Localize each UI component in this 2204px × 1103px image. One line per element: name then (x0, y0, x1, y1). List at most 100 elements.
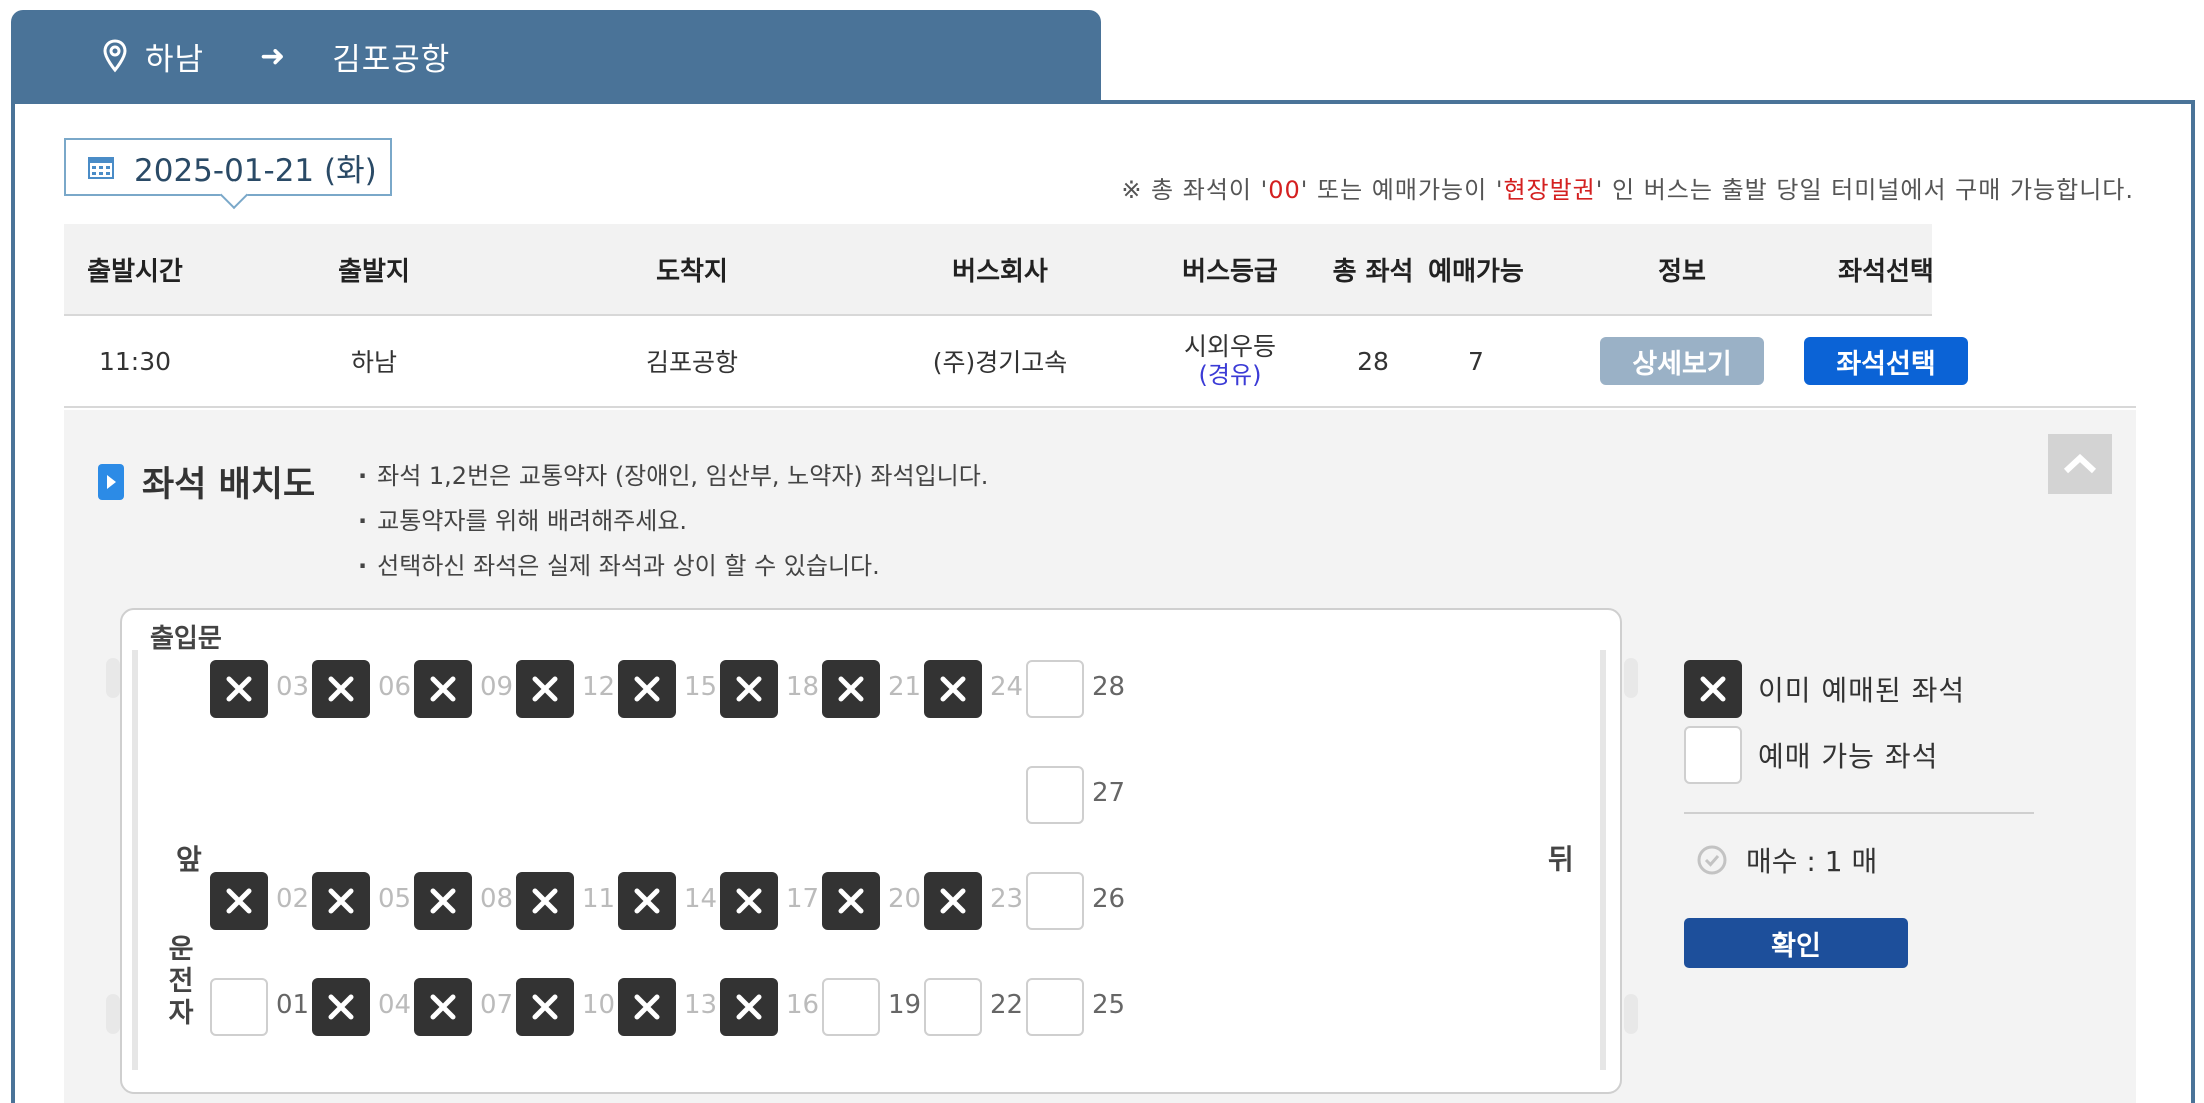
seat-25[interactable] (1026, 978, 1084, 1036)
seat-16 (720, 978, 778, 1036)
seat-number: 07 (480, 990, 514, 1020)
seat-number: 13 (684, 990, 718, 1020)
seat-12 (516, 660, 574, 718)
sold-x-icon (226, 888, 252, 914)
sold-x-icon (430, 994, 456, 1020)
seat-number: 12 (582, 672, 616, 702)
seat-number: 02 (276, 884, 310, 914)
seat-07 (414, 978, 472, 1036)
grade-name: 시외우등 (1183, 332, 1276, 361)
row-available: 7 (1468, 346, 1484, 376)
header-available: 예매가능 (1428, 256, 1524, 287)
header-departure-time: 출발시간 (87, 256, 183, 287)
seat-number: 09 (480, 672, 514, 702)
seat-number: 21 (888, 672, 922, 702)
seat-number: 17 (786, 884, 820, 914)
sold-x-icon (634, 888, 660, 914)
seat-04 (312, 978, 370, 1036)
chevron-up-icon (2063, 454, 2097, 474)
row-origin: 하남 (350, 348, 397, 377)
collapse-button[interactable] (2048, 434, 2112, 494)
seat-28[interactable] (1026, 660, 1084, 718)
seat-09 (414, 660, 472, 718)
section-marker-icon (98, 463, 124, 500)
sold-x-icon (532, 994, 558, 1020)
available-seat-icon (1684, 726, 1742, 784)
seat-03 (210, 660, 268, 718)
seat-22[interactable] (924, 978, 982, 1036)
seat-number: 20 (888, 884, 922, 914)
sold-x-icon (328, 994, 354, 1020)
seat-08 (414, 872, 472, 930)
seat-14 (618, 872, 676, 930)
seat-number: 05 (378, 884, 412, 914)
seat-number: 19 (888, 990, 922, 1020)
seat-number: 27 (1092, 778, 1126, 808)
seat-map-section: 좌석 배치도 좌석 1,2번은 교통약자 (장애인, 임산부, 노약자) 좌석입… (64, 410, 2136, 1103)
sold-seat-icon (1684, 660, 1742, 718)
driver-label: 운전자 (168, 934, 194, 1029)
seat-note: 교통약자를 위해 배려해주세요. (358, 499, 988, 544)
seat-number: 25 (1092, 990, 1126, 1020)
seat-number: 26 (1092, 884, 1126, 914)
route-header: 하남 ➜ 김포공항 (11, 10, 1101, 102)
seat-number: 04 (378, 990, 412, 1020)
header-company: 버스회사 (952, 256, 1048, 287)
route-destination: 김포공항 (332, 41, 451, 78)
seat-17 (720, 872, 778, 930)
header-info: 정보 (1658, 256, 1706, 287)
check-circle-icon (1697, 845, 1727, 875)
location-pin-icon (103, 39, 127, 73)
row-destination: 김포공항 (645, 348, 738, 377)
sold-x-icon (634, 994, 660, 1020)
sold-x-icon (634, 676, 660, 702)
sold-x-icon (736, 994, 762, 1020)
seat-note: 선택하신 좌석은 실제 좌석과 상이 할 수 있습니다. (358, 544, 988, 589)
seat-11 (516, 872, 574, 930)
seat-number: 23 (990, 884, 1024, 914)
seat-19[interactable] (822, 978, 880, 1036)
seat-number: 14 (684, 884, 718, 914)
seat-21 (822, 660, 880, 718)
sold-x-icon (430, 888, 456, 914)
seat-number: 03 (276, 672, 310, 702)
back-label: 뒤 (1548, 843, 1574, 876)
seat-23 (924, 872, 982, 930)
seat-number: 15 (684, 672, 718, 702)
seat-01[interactable] (210, 978, 268, 1036)
detail-button[interactable]: 상세보기 (1600, 337, 1764, 385)
row-company: (주)경기고속 (932, 348, 1068, 377)
bus-bumper (106, 994, 120, 1034)
seat-number: 08 (480, 884, 514, 914)
sold-x-icon (736, 888, 762, 914)
seat-06 (312, 660, 370, 718)
sold-x-icon (328, 676, 354, 702)
seat-26[interactable] (1026, 872, 1084, 930)
bus-seat-layout: 출입문 앞 뒤 운전자 03 06 09 12 15 18 21 24 28 27 02 05 08 11… (120, 608, 1622, 1094)
sold-x-icon (226, 676, 252, 702)
seat-number: 06 (378, 672, 412, 702)
seat-15 (618, 660, 676, 718)
sold-x-icon (736, 676, 762, 702)
sold-x-icon (940, 676, 966, 702)
door-label: 출입문 (150, 624, 222, 654)
header-origin: 출발지 (338, 256, 410, 287)
seat-select-button[interactable]: 좌석선택 (1804, 337, 1968, 385)
bus-bumper (1624, 994, 1638, 1034)
route-origin: 하남 (145, 41, 205, 78)
seat-number: 28 (1092, 672, 1126, 702)
purchase-notice: ※ 총 좌석이 '00' 또는 예매가능이 '현장발권' 인 버스는 출발 당일… (1121, 176, 2134, 204)
seat-05 (312, 872, 370, 930)
date-picker[interactable]: 2025-01-21 (화) (64, 138, 392, 196)
confirm-button[interactable]: 확인 (1684, 918, 1908, 968)
ticket-count: 매수 : 1 매 (1696, 840, 2034, 880)
seat-number: 11 (582, 884, 616, 914)
table-row: 11:30 하남 김포공항 (주)경기고속 시외우등 (경유) 28 7 상세보… (64, 316, 2136, 408)
legend-available: 예매 가능 좌석 (1684, 724, 2034, 786)
seat-24 (924, 660, 982, 718)
seat-27[interactable] (1026, 766, 1084, 824)
header-seat-select: 좌석선택 (1838, 256, 1934, 287)
bus-bumper (1624, 658, 1638, 698)
grade-via: (경유) (1198, 361, 1262, 389)
sold-x-icon (430, 676, 456, 702)
